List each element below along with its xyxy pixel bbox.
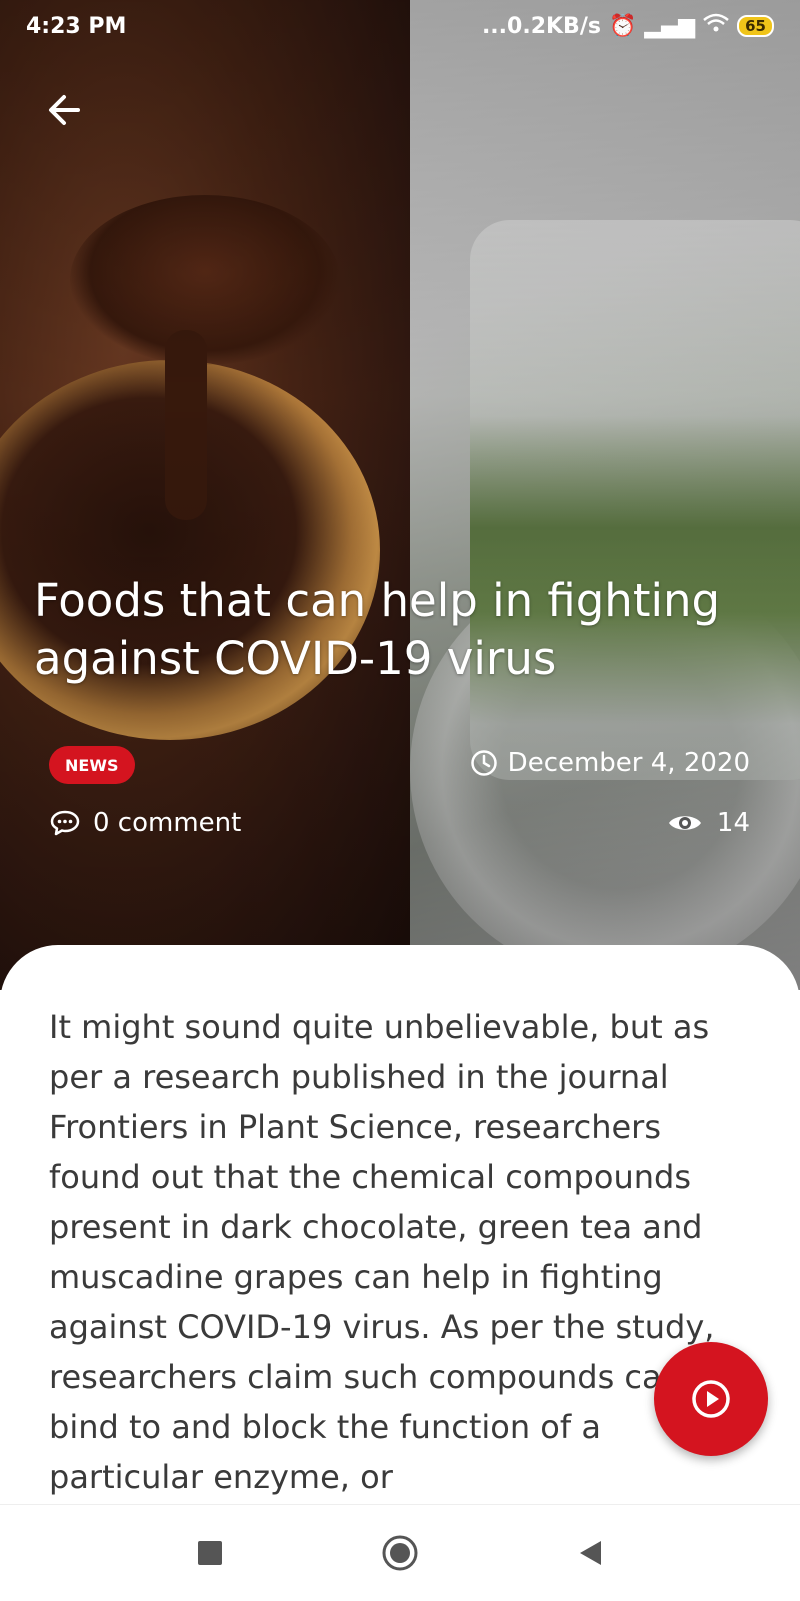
category-badge[interactable]: NEWS — [49, 746, 135, 784]
back-button[interactable] — [44, 88, 88, 132]
article-date: December 4, 2020 — [470, 748, 750, 778]
alarm-icon: ⏰ — [608, 13, 637, 39]
signal-icon: ▂▄▆ — [644, 13, 696, 39]
article-body: It might sound quite unbelievable, but a… — [49, 1008, 715, 1496]
square-icon — [198, 1541, 222, 1565]
arrow-left-icon — [49, 95, 80, 125]
recent-apps-button[interactable] — [190, 1533, 230, 1573]
views-number: 14 — [716, 808, 750, 838]
battery-indicator: 65 — [737, 15, 774, 37]
clock-icon — [470, 750, 497, 776]
network-speed: ...0.2KB/s — [481, 13, 601, 39]
wifi-icon — [703, 13, 729, 39]
status-bar: 4:23 PM ...0.2KB/s ⏰ ▂▄▆ 65 — [0, 0, 800, 52]
comments-link[interactable]: 0 comment — [49, 808, 241, 838]
hero-overlay — [0, 0, 800, 990]
play-audio-button[interactable] — [654, 1342, 768, 1456]
status-icons: ...0.2KB/s ⏰ ▂▄▆ 65 — [482, 13, 774, 39]
article-title: Foods that can help in fighting against … — [34, 574, 721, 685]
triangle-back-icon — [580, 1541, 601, 1565]
hero-image — [0, 0, 800, 990]
comment-bubble-icon — [50, 810, 80, 836]
eye-icon — [668, 816, 701, 830]
status-time: 4:23 PM — [26, 13, 127, 39]
system-navigation-bar — [0, 1504, 800, 1601]
home-circle-icon — [382, 1535, 418, 1571]
home-button[interactable] — [380, 1533, 420, 1573]
comments-count: 0 comment — [93, 808, 242, 838]
back-nav-button[interactable] — [570, 1533, 610, 1573]
play-circle-icon — [692, 1380, 730, 1418]
date-text: December 4, 2020 — [507, 748, 750, 778]
views-count: 14 — [667, 808, 750, 838]
